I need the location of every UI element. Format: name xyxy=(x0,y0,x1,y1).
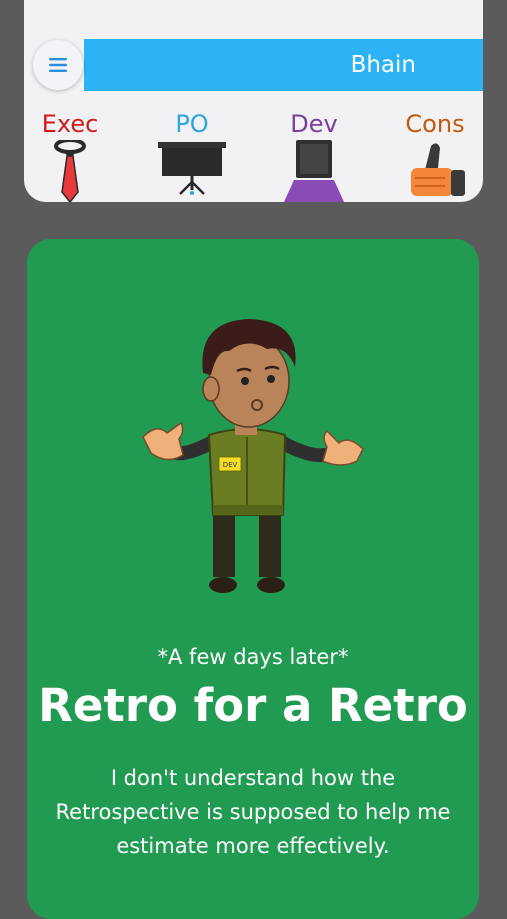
story-card: DEV *A few days later* Retro for a Retro… xyxy=(27,239,479,919)
role-dev[interactable]: Dev xyxy=(264,110,364,202)
presentation-board-icon xyxy=(158,142,226,195)
role-label: Exec xyxy=(41,110,99,138)
hamburger-menu-icon xyxy=(48,57,68,73)
thumbs-up-icon xyxy=(411,143,465,196)
role-label: Cons xyxy=(405,110,465,138)
story-subtitle: *A few days later* xyxy=(157,645,349,669)
menu-button[interactable] xyxy=(33,40,83,90)
role-po[interactable]: PO xyxy=(142,110,242,202)
header-title: Bhain xyxy=(350,52,416,78)
header-bar: Bhain xyxy=(84,39,483,91)
role-label: Dev xyxy=(290,110,338,138)
story-title: Retro for a Retro xyxy=(38,679,468,732)
developer-character-illustration: DEV xyxy=(142,319,364,593)
story-body: I don't understand how the Retrospective… xyxy=(55,766,451,858)
role-cons[interactable]: Cons xyxy=(385,110,485,202)
laptop-icon xyxy=(284,140,344,202)
role-exec[interactable]: Exec xyxy=(20,110,120,202)
badge-text: DEV xyxy=(223,461,238,469)
tie-icon xyxy=(54,140,86,202)
role-label: PO xyxy=(175,110,209,138)
